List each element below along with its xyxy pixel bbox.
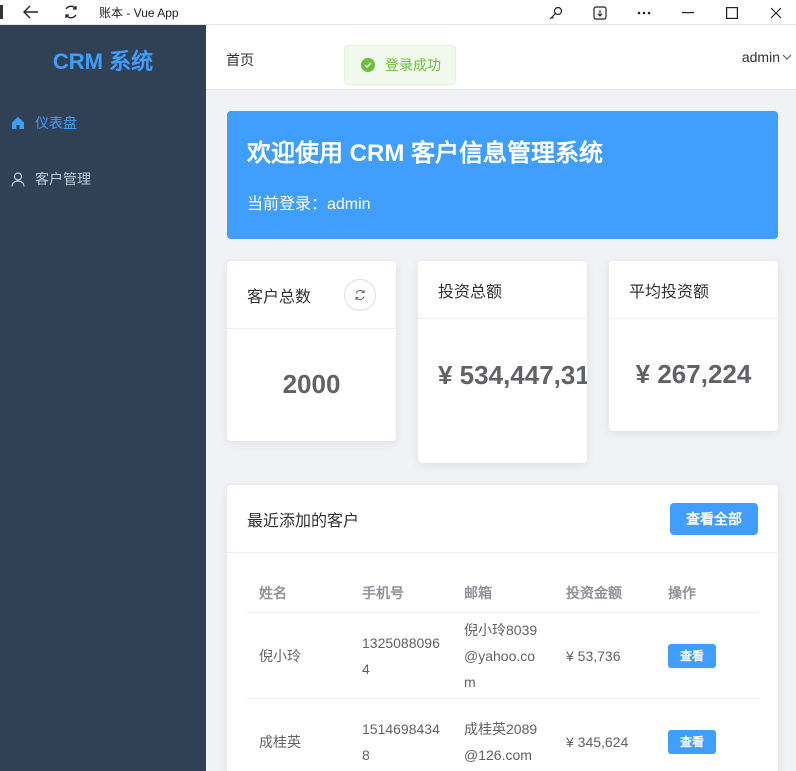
user-dropdown[interactable]: admin [742, 49, 792, 65]
column-header-email[interactable]: 邮箱 [452, 573, 554, 612]
toast-message: 登录成功 [385, 57, 441, 73]
stat-card-average-investment: 平均投资额 ¥ 267,224 [609, 261, 778, 431]
stat-value: ¥ 267,224 [635, 359, 752, 389]
column-header-amount[interactable]: 投资金额 [554, 573, 656, 612]
stat-value: 2000 [282, 369, 341, 399]
more-icon[interactable] [634, 3, 654, 23]
user-icon [10, 171, 26, 187]
success-toast: 登录成功 [344, 45, 456, 85]
stat-label: 平均投资额 [629, 283, 710, 301]
check-circle-icon [361, 58, 375, 72]
view-button[interactable]: 查看 [668, 643, 716, 668]
cell-phone: 13250880964 [362, 634, 440, 677]
chevron-down-icon [782, 54, 792, 60]
stat-card-total-investment: 投资总额 ¥ 534,447,316 [418, 261, 587, 463]
cell-phone: 15146984348 [362, 720, 440, 763]
cell-email: 倪小玲8039@yahoo.com [464, 621, 538, 690]
breadcrumb[interactable]: 首页 [226, 50, 254, 70]
cell-amount: ¥ 53,736 [566, 647, 621, 664]
view-button[interactable]: 查看 [668, 729, 716, 754]
cell-amount: ¥ 345,624 [566, 733, 629, 750]
cell-action: 查看 [656, 613, 758, 698]
cell-email: 成桂英2089@126.com [464, 720, 538, 763]
cell-name: 倪小玲 [259, 647, 301, 664]
welcome-banner: 欢迎使用 CRM 客户信息管理系统 当前登录：admin [227, 111, 778, 239]
back-arrow-icon[interactable] [21, 2, 41, 22]
customers-table: 姓名 手机号 邮箱 投资金额 操作 倪小玲 13250880964 倪小玲803… [247, 573, 758, 771]
sidebar-item-label: 客户管理 [35, 171, 91, 187]
recent-title: 最近添加的客户 [247, 512, 360, 530]
window-edge-marker [0, 5, 3, 19]
column-header-name[interactable]: 姓名 [247, 573, 350, 612]
close-icon[interactable] [766, 3, 786, 23]
stat-label: 客户总数 [247, 288, 312, 306]
sidebar: CRM 系统 仪表盘 客户管理 [0, 25, 206, 771]
reload-icon[interactable] [61, 2, 81, 22]
refresh-button[interactable] [344, 279, 376, 311]
top-header: 首页 登录成功 admin [206, 25, 796, 90]
window-titlebar: 账本 - Vue App [0, 0, 796, 25]
column-header-action: 操作 [668, 584, 696, 601]
maximize-icon[interactable] [722, 3, 742, 23]
welcome-subtitle: 当前登录：admin [247, 196, 371, 213]
window-title: 账本 - Vue App [99, 5, 179, 20]
welcome-title: 欢迎使用 CRM 客户信息管理系统 [247, 140, 603, 167]
refresh-icon [355, 290, 365, 300]
stat-card-customer-count: 客户总数 2000 [227, 261, 396, 441]
app-logo: CRM 系统 [52, 49, 154, 74]
cell-name: 成桂英 [259, 733, 301, 750]
table-row: 倪小玲 13250880964 倪小玲8039@yahoo.com ¥ 53,7… [247, 613, 758, 699]
recent-customers-card: 最近添加的客户 查看全部 姓名 手机号 邮箱 投资金额 操作 倪小玲 13250… [227, 485, 778, 771]
minimize-icon[interactable] [678, 3, 698, 23]
table-row: 成桂英 15146984348 成桂英2089@126.com ¥ 345,62… [247, 699, 758, 771]
app-install-icon[interactable] [590, 3, 610, 23]
key-icon[interactable] [546, 3, 566, 23]
sidebar-item-dashboard[interactable]: 仪表盘 [0, 95, 206, 151]
sidebar-item-label: 仪表盘 [35, 115, 77, 131]
home-icon [10, 115, 26, 131]
table-header: 姓名 手机号 邮箱 投资金额 操作 [247, 573, 758, 613]
cell-action: 查看 [656, 699, 758, 771]
stat-value: ¥ 534,447,316 [438, 360, 587, 390]
view-all-button[interactable]: 查看全部 [670, 503, 758, 535]
sidebar-item-customers[interactable]: 客户管理 [0, 151, 206, 207]
stat-label: 投资总额 [438, 283, 503, 301]
column-header-phone[interactable]: 手机号 [350, 573, 452, 612]
username: admin [741, 49, 780, 65]
